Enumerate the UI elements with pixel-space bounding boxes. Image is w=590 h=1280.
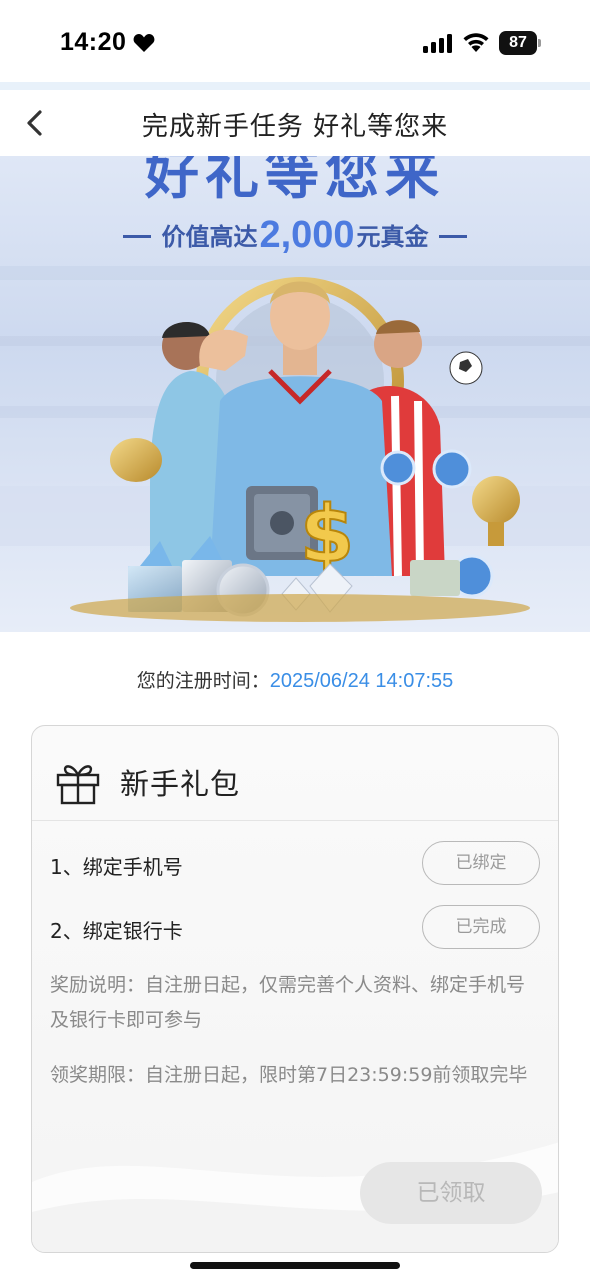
- card-header: 新手礼包: [54, 756, 240, 808]
- banner-sub-prefix: 价值高达: [161, 223, 258, 251]
- status-time: 14:20: [60, 28, 127, 56]
- claim-period: 领奖期限：自注册日起，限时第7日23:59:59前领取完毕: [50, 1064, 528, 1086]
- registration-time: 2025/06/24 14:07:55: [269, 670, 454, 692]
- dash-left: [123, 235, 152, 238]
- banner-sub-amount: 2,000: [259, 214, 355, 256]
- task-bind-phone: 1、绑定手机号 已绑定: [50, 841, 540, 887]
- claim-button[interactable]: 已领取: [360, 1162, 542, 1224]
- task-label: 2、绑定银行卡: [50, 919, 183, 943]
- page-title: 完成新手任务 好礼等您来: [141, 112, 449, 142]
- dash-right: [438, 235, 467, 238]
- reward-description: 奖励说明：自注册日起，仅需完善个人资料、绑定手机号及银行卡即可参与: [50, 974, 526, 1031]
- header-divider: [0, 82, 590, 90]
- signal-icon: [423, 34, 452, 53]
- gift-icon: [56, 765, 100, 805]
- card-title: 新手礼包: [120, 767, 241, 801]
- banner-sub-suffix: 元真金: [356, 223, 429, 251]
- battery-icon: 87: [499, 31, 541, 55]
- bind-bank-card-status-button[interactable]: 已完成: [422, 905, 540, 949]
- heart-icon: [133, 34, 155, 52]
- task-label: 1、绑定手机号: [50, 855, 183, 879]
- battery-level: 87: [499, 31, 537, 55]
- banner-subtitle: 价值高达 2,000 元真金: [0, 212, 590, 256]
- battery-tip: [538, 39, 541, 47]
- wifi-icon: [463, 33, 489, 52]
- gift-pack-card: 新手礼包 1、绑定手机号 已绑定 2、绑定银行卡 已完成 奖励说明：自注册日起，…: [31, 725, 559, 1253]
- nav-bar: 完成新手任务 好礼等您来: [0, 90, 590, 156]
- task-bind-bank-card: 2、绑定银行卡 已完成: [50, 905, 540, 951]
- card-divider: [32, 820, 558, 821]
- bind-phone-status-button[interactable]: 已绑定: [422, 841, 540, 885]
- home-indicator: [190, 1262, 400, 1269]
- banner-headline: 好礼等您来: [145, 156, 445, 206]
- registration-time-row: 您的注册时间：2025/06/24 14:07:55: [0, 666, 590, 693]
- promo-banner: $ 好礼等您来 价值高达 2,000 元真金: [0, 156, 590, 632]
- registration-label: 您的注册时间：: [136, 670, 270, 692]
- status-bar: 14:20 87: [0, 0, 590, 82]
